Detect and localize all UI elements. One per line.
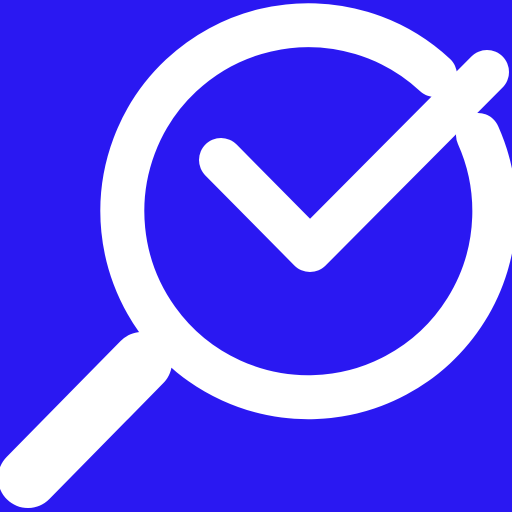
search-check-icon — [0, 0, 512, 512]
app-icon — [0, 0, 512, 512]
